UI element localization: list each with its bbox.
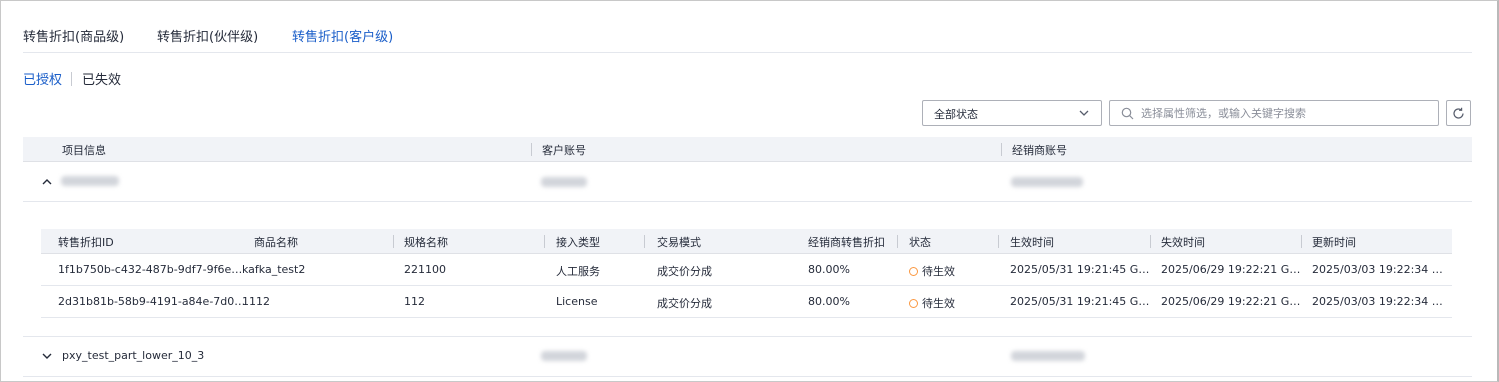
chevron-down-icon[interactable] [41, 350, 53, 362]
pending-status-icon [909, 267, 918, 276]
tab-customer-level[interactable]: 转售折扣(客户级) [292, 26, 393, 45]
column-header-access-type: 接入类型 [556, 236, 600, 249]
cell-expire-time: 2025/06/29 19:22:21 GM... [1161, 263, 1301, 276]
column-header-expire-time: 失效时间 [1161, 236, 1205, 249]
cell-expire-time: 2025/06/29 19:22:21 GM... [1161, 295, 1301, 308]
cell-effective-time: 2025/05/31 19:21:45 GM... [1010, 263, 1150, 276]
subtab-divider [71, 72, 72, 86]
status-select[interactable]: 全部状态 [922, 100, 1102, 126]
cell-update-time: 2025/03/03 19:22:34 G... [1312, 295, 1447, 308]
cell-discount-id: 2d31b81b-58b9-4191-a84e-7d08... [58, 295, 248, 308]
column-header-effective-time: 生效时间 [1010, 236, 1054, 249]
column-divider [998, 235, 999, 248]
column-header-discount-id: 转售折扣ID [58, 236, 114, 249]
cell-product: kafka_test2 [242, 263, 306, 276]
cell-update-time: 2025/03/03 19:22:34 G... [1312, 263, 1447, 276]
cell-status: 待生效 [909, 295, 999, 311]
refresh-icon [1453, 107, 1464, 119]
search-input[interactable] [1141, 105, 1431, 122]
column-header-dealer-discount: 经销商转售折扣 [808, 236, 885, 249]
cell-dealer-discount: 80.00% [808, 263, 850, 276]
pending-status-icon [909, 299, 918, 308]
cell-spec: 112 [404, 295, 425, 308]
cell-trade-mode: 成交价分成 [657, 265, 712, 278]
column-divider [897, 235, 898, 248]
table-row: 2d31b81b-58b9-4191-a84e-7d08... 1112 112… [41, 286, 1452, 318]
column-header-dealer-account: 经销商账号 [1012, 144, 1067, 157]
column-divider [544, 235, 545, 248]
cell-dealer-discount: 80.00% [808, 295, 850, 308]
outer-table-header: 项目信息 客户账号 经销商账号 [23, 137, 1472, 162]
table-row [23, 162, 1472, 202]
cell-trade-mode: 成交价分成 [657, 297, 712, 310]
subtab-authorized[interactable]: 已授权 [23, 69, 62, 88]
status-text: 待生效 [922, 297, 955, 310]
column-divider [1001, 143, 1002, 156]
column-header-trade-mode: 交易模式 [657, 236, 701, 249]
column-divider [644, 235, 645, 248]
column-header-update-time: 更新时间 [1312, 236, 1356, 249]
cell-access-type: License [556, 295, 598, 308]
cell-status: 待生效 [909, 263, 999, 279]
column-divider [1301, 235, 1302, 248]
tab-product-level[interactable]: 转售折扣(商品级) [23, 26, 124, 45]
column-header-product: 商品名称 [254, 236, 298, 249]
column-header-customer-account: 客户账号 [542, 144, 586, 157]
search-box [1109, 100, 1439, 126]
chevron-up-icon[interactable] [41, 176, 53, 188]
table-row: 1f1b750b-c432-487b-9df7-9f6e9f... kafka_… [41, 254, 1452, 286]
customer-account-redacted [541, 351, 587, 361]
status-select-value: 全部状态 [934, 108, 978, 121]
dealer-account-redacted [1011, 177, 1083, 187]
cell-spec: 221100 [404, 263, 446, 276]
chevron-down-icon [1079, 110, 1089, 116]
column-divider [393, 235, 394, 248]
column-header-project: 项目信息 [62, 144, 106, 157]
detail-table-header: 转售折扣ID 商品名称 规格名称 接入类型 交易模式 经销商转售折扣 状态 生效… [41, 229, 1452, 254]
discount-level-tabs: 转售折扣(商品级) 转售折扣(伙伴级) 转售折扣(客户级) [23, 24, 1472, 53]
cell-discount-id: 1f1b750b-c432-487b-9df7-9f6e9f... [58, 263, 248, 276]
dealer-account-redacted [1011, 351, 1085, 361]
project-name: pxy_test_part_lower_10_3 [62, 349, 205, 362]
customer-account-redacted [541, 177, 587, 187]
column-divider [1150, 235, 1151, 248]
column-header-status: 状态 [909, 236, 931, 249]
refresh-button[interactable] [1446, 100, 1471, 126]
column-divider [531, 143, 532, 156]
project-name-redacted [61, 176, 119, 186]
status-text: 待生效 [922, 265, 955, 278]
cell-effective-time: 2025/05/31 19:21:45 GM... [1010, 295, 1150, 308]
tab-partner-level[interactable]: 转售折扣(伙伴级) [157, 26, 258, 45]
table-row: pxy_test_part_lower_10_3 [23, 337, 1472, 377]
cell-access-type: 人工服务 [556, 265, 600, 278]
subtab-expired[interactable]: 已失效 [82, 69, 121, 88]
column-header-spec: 规格名称 [404, 236, 448, 249]
cell-product: 1112 [242, 295, 270, 308]
search-icon [1121, 107, 1134, 120]
